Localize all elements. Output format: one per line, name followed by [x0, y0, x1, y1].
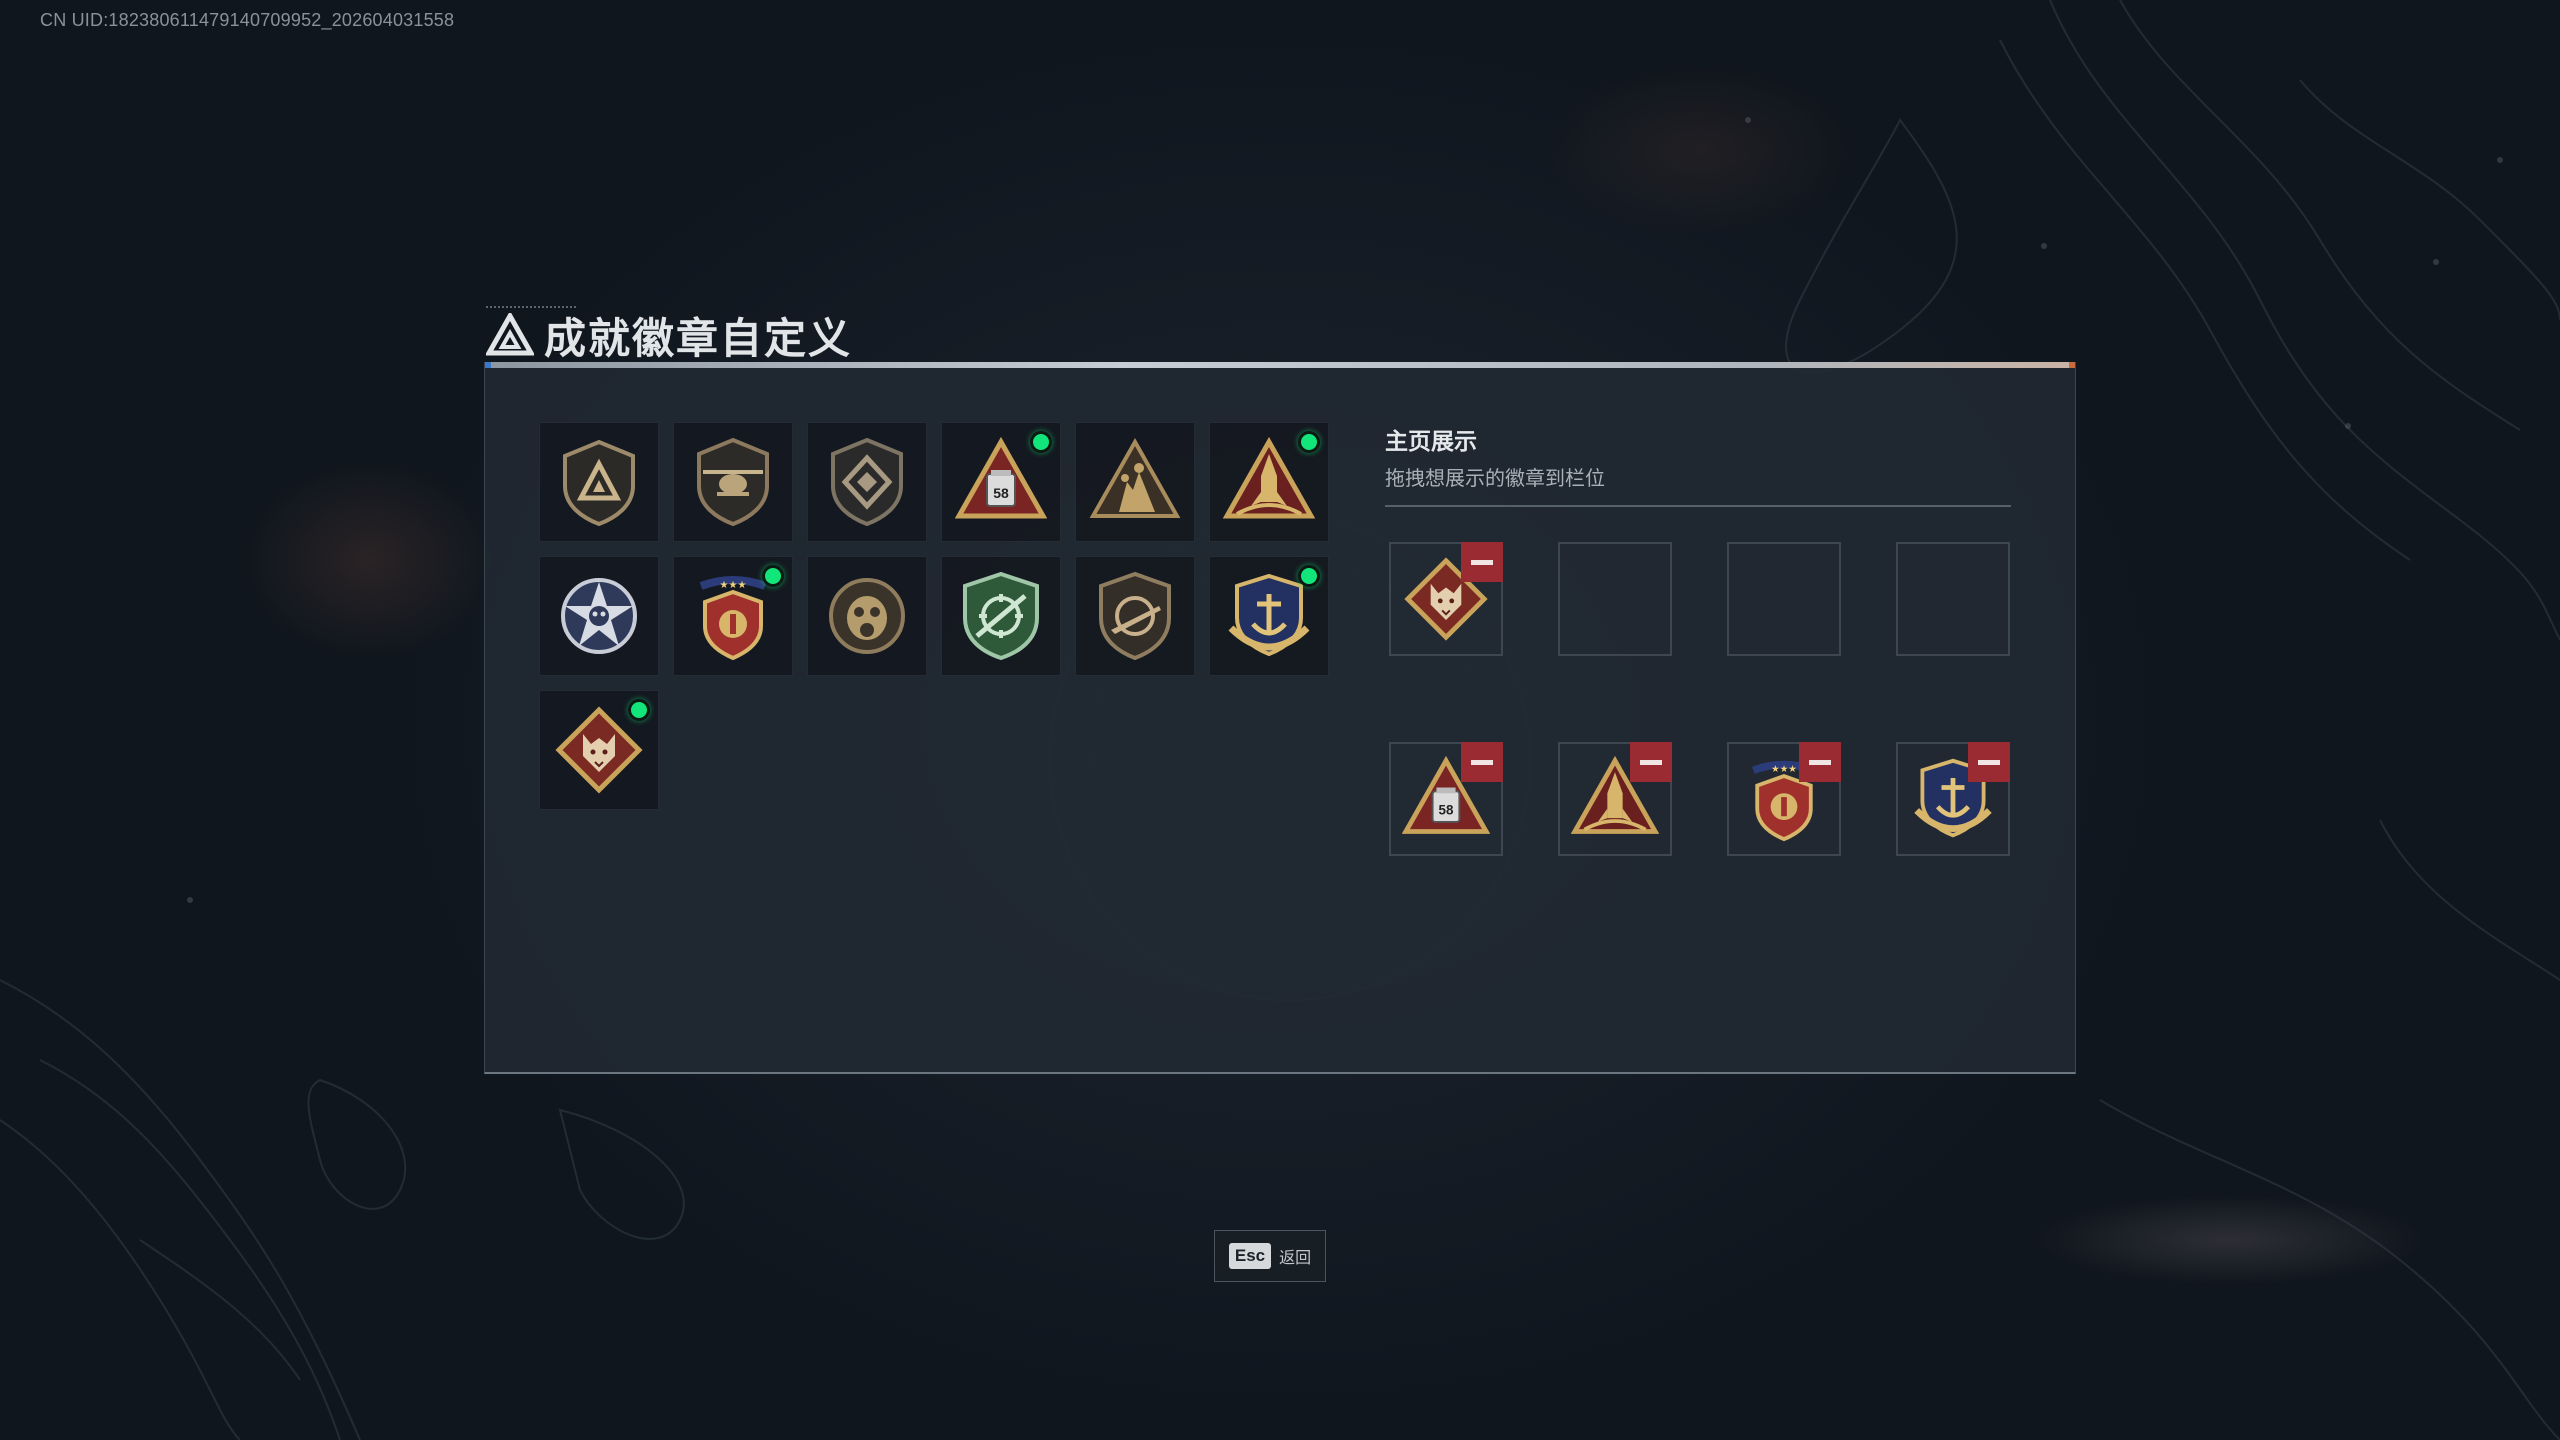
remove-badge-button[interactable]: [1799, 742, 1841, 782]
showcase-slot-1[interactable]: [1389, 542, 1503, 656]
esc-key-label: Esc: [1228, 1243, 1272, 1269]
triangle-shield-badge-icon: [563, 439, 635, 527]
badge-cell[interactable]: [807, 556, 927, 676]
triangle-logo-icon: [486, 313, 534, 356]
remove-badge-button[interactable]: [1968, 742, 2010, 782]
badge-cell[interactable]: [941, 556, 1061, 676]
remove-badge-button[interactable]: [1461, 542, 1503, 582]
badge-cell[interactable]: [673, 422, 793, 542]
page-title: 成就徽章自定义: [544, 313, 853, 363]
helicopter-shield-badge-icon: [697, 437, 769, 527]
soldiers-triangle-badge-icon: [1089, 437, 1181, 518]
uid-watermark: CN UID:18238061147914070​9952_2026040315…: [40, 10, 455, 30]
showcase-divider: [1385, 505, 2011, 507]
showcase-slot-8[interactable]: [1896, 742, 2010, 856]
new-indicator-dot: [1298, 431, 1320, 453]
minus-icon: [1978, 759, 2000, 765]
badge-cell[interactable]: ★★★: [673, 556, 793, 676]
badge-58-text: 58: [1439, 802, 1454, 817]
page-header: 成就徽章自定义: [486, 306, 852, 364]
badge-customize-panel: 58 ★★★ 主页展示 拖拽想展示的徽章到栏位 58 ★★★: [484, 362, 2076, 1074]
badge-cell[interactable]: [807, 422, 927, 542]
minus-icon: [1640, 759, 1662, 765]
svg-text:★★★: ★★★: [720, 580, 747, 591]
showcase-slot-2[interactable]: [1558, 542, 1672, 656]
back-label: 返回: [1279, 1248, 1312, 1267]
panel-top-bar: [485, 362, 2075, 368]
new-indicator-dot: [1298, 565, 1320, 587]
badge-cell[interactable]: [539, 556, 659, 676]
rifle-shield-badge-icon: [1099, 571, 1171, 661]
showcase-section: 主页展示 拖拽想展示的徽章到栏位: [1385, 422, 2013, 507]
minus-icon: [1809, 759, 1831, 765]
new-indicator-dot: [762, 565, 784, 587]
showcase-slot-6[interactable]: [1558, 742, 1672, 856]
badge-cell[interactable]: [1209, 556, 1329, 676]
badge-cell[interactable]: [539, 422, 659, 542]
showcase-subtitle: 拖拽想展示的徽章到栏位: [1385, 466, 1605, 490]
showcase-slot-3[interactable]: [1727, 542, 1841, 656]
badge-cell[interactable]: 58: [941, 422, 1061, 542]
showcase-title: 主页展示: [1385, 429, 1477, 455]
minus-icon: [1471, 559, 1493, 565]
showcase-slot-4[interactable]: [1896, 542, 2010, 656]
minus-icon: [1471, 759, 1493, 765]
green-rifle-shield-badge-icon: [963, 571, 1039, 661]
new-indicator-dot: [1030, 431, 1052, 453]
star-skull-badge-icon: [561, 578, 637, 654]
badge-cell[interactable]: [1075, 422, 1195, 542]
badge-cell[interactable]: [1075, 556, 1195, 676]
new-indicator-dot: [628, 699, 650, 721]
badge-cell[interactable]: [539, 690, 659, 810]
gas-mask-badge-icon: [829, 578, 905, 654]
badge-58-text: 58: [993, 485, 1009, 501]
remove-badge-button[interactable]: [1461, 742, 1503, 782]
back-button[interactable]: Esc 返回: [1214, 1230, 1326, 1282]
remove-badge-button[interactable]: [1630, 742, 1672, 782]
showcase-slot-5[interactable]: 58: [1389, 742, 1503, 856]
badge-inventory-grid: 58 ★★★: [539, 422, 1329, 810]
badge-cell[interactable]: [1209, 422, 1329, 542]
svg-text:★★★: ★★★: [1771, 764, 1797, 775]
showcase-slot-7[interactable]: ★★★: [1727, 742, 1841, 856]
diamond-shield-badge-icon: [831, 437, 903, 527]
